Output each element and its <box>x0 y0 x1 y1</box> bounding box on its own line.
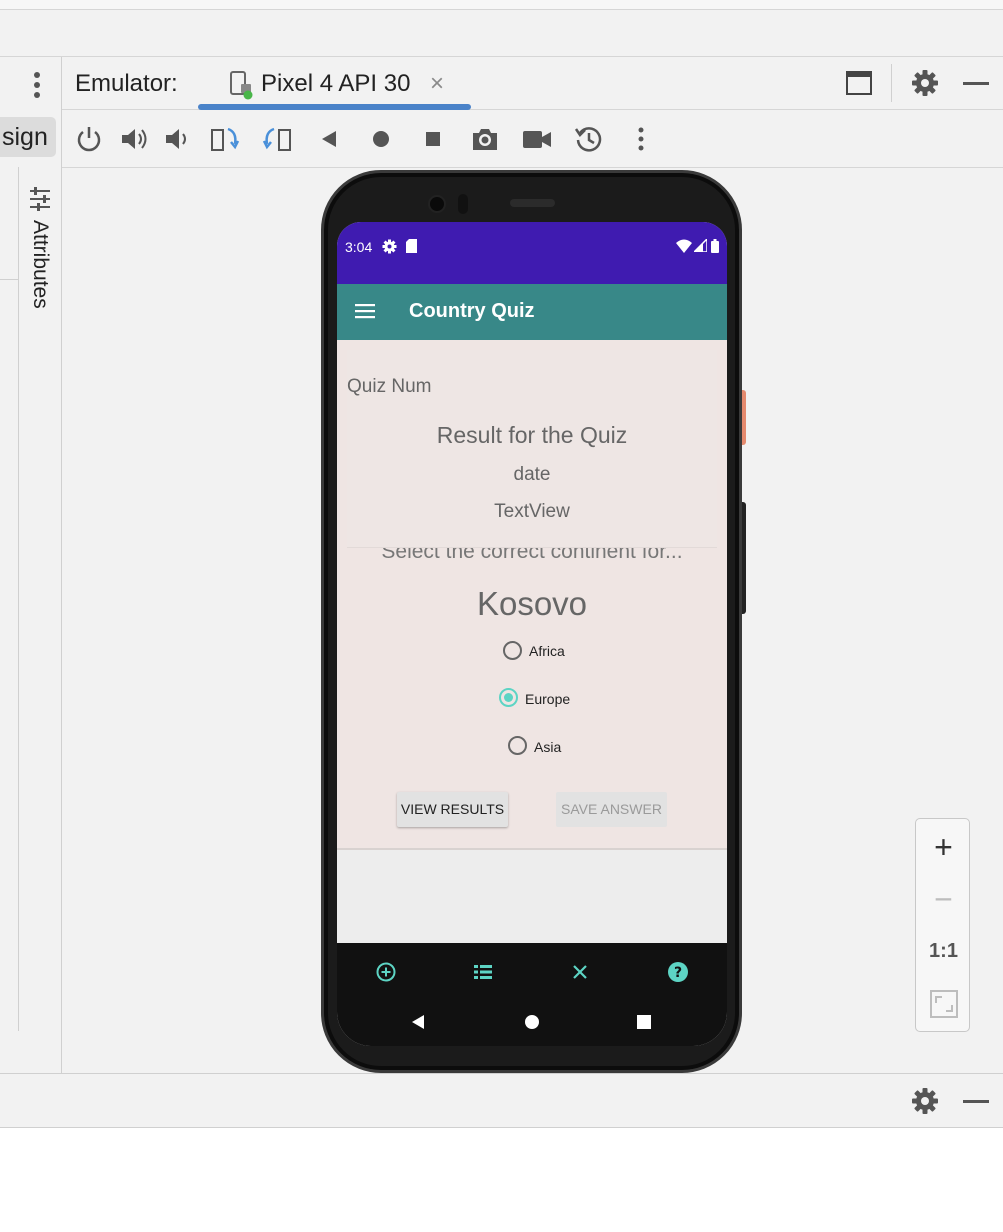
rotate-right-icon[interactable] <box>262 124 292 154</box>
help-icon[interactable]: ? <box>667 961 689 983</box>
back-icon[interactable] <box>314 124 344 154</box>
result-textview: TextView <box>494 501 570 522</box>
editor-area <box>0 1128 1003 1232</box>
minimize-icon[interactable] <box>963 1100 989 1103</box>
volume-up-icon[interactable] <box>119 124 149 154</box>
home-icon[interactable] <box>366 124 396 154</box>
zoom-out-button[interactable]: − <box>916 879 971 931</box>
overview-icon[interactable] <box>418 124 448 154</box>
quiz-number: Quiz Num <box>347 376 432 397</box>
hamburger-menu-icon[interactable] <box>355 303 375 319</box>
design-tab[interactable]: sign <box>0 117 56 157</box>
view-results-button[interactable]: VIEW RESULTS <box>397 792 508 827</box>
nav-overview-icon[interactable] <box>636 1014 652 1030</box>
nav-home-icon[interactable] <box>523 1013 541 1031</box>
bottom-tool-bar <box>0 1073 1003 1128</box>
more-icon[interactable] <box>626 124 656 154</box>
zoom-panel: + − 1:1 <box>915 818 970 1032</box>
result-title: Result for the Quiz <box>436 422 628 448</box>
svg-text:?: ? <box>674 965 682 981</box>
rotate-left-icon[interactable] <box>210 124 240 154</box>
snapshot-icon[interactable] <box>574 124 604 154</box>
device-tab-label: Pixel 4 API 30 <box>261 70 411 97</box>
country-name: Kosovo <box>476 585 588 622</box>
radio-asia[interactable] <box>508 736 527 755</box>
close-tab-icon[interactable]: × <box>430 70 444 98</box>
radio-label-asia[interactable]: Asia <box>534 739 561 755</box>
radio-label-africa[interactable]: Africa <box>529 643 565 659</box>
attributes-label: Attributes <box>29 220 52 309</box>
signal-icon <box>694 239 707 252</box>
nav-back-icon[interactable] <box>409 1013 427 1031</box>
window-icon[interactable] <box>846 70 872 96</box>
volume-down-icon[interactable] <box>163 124 193 154</box>
list-icon[interactable] <box>472 961 494 983</box>
window-top-strip <box>0 0 1003 10</box>
radio-europe[interactable] <box>499 688 518 707</box>
left-inner-panel <box>0 167 19 1031</box>
earpiece-speaker <box>510 199 555 207</box>
zoom-in-button[interactable]: + <box>916 827 971 879</box>
add-circle-icon[interactable] <box>375 961 397 983</box>
device-running-icon <box>230 71 253 100</box>
emulator-label: Emulator: <box>75 70 178 97</box>
gear-icon[interactable] <box>911 1087 939 1115</box>
more-vertical-icon[interactable] <box>30 70 44 100</box>
front-camera <box>428 195 446 213</box>
app-title: Country Quiz <box>409 300 535 322</box>
question-prompt: Select the correct continent for... <box>381 548 683 563</box>
radio-label-europe[interactable]: Europe <box>525 691 570 707</box>
minimize-icon[interactable] <box>963 82 989 85</box>
power-icon[interactable] <box>74 124 104 154</box>
result-date: date <box>513 464 551 485</box>
wifi-icon <box>676 239 692 253</box>
fit-screen-icon[interactable] <box>916 989 971 1019</box>
save-answer-button[interactable]: SAVE ANSWER <box>556 792 667 827</box>
ide-header-band <box>0 10 1003 57</box>
question-prompt-container: Select the correct continent for... <box>337 548 727 568</box>
camera-icon[interactable] <box>470 124 500 154</box>
toolbar-divider <box>891 64 892 102</box>
settings-notification-icon <box>382 239 397 254</box>
video-icon[interactable] <box>522 124 552 154</box>
front-sensor <box>458 194 468 214</box>
attributes-tab[interactable]: Attributes <box>28 220 52 330</box>
battery-icon <box>711 239 719 253</box>
sliders-icon[interactable] <box>28 186 52 212</box>
radio-africa[interactable] <box>503 641 522 660</box>
close-icon[interactable] <box>569 961 591 983</box>
gear-icon[interactable] <box>911 69 939 97</box>
actual-size-button[interactable]: 1:1 <box>916 936 971 988</box>
sd-card-icon <box>406 239 417 253</box>
status-time: 3:04 <box>345 239 373 255</box>
